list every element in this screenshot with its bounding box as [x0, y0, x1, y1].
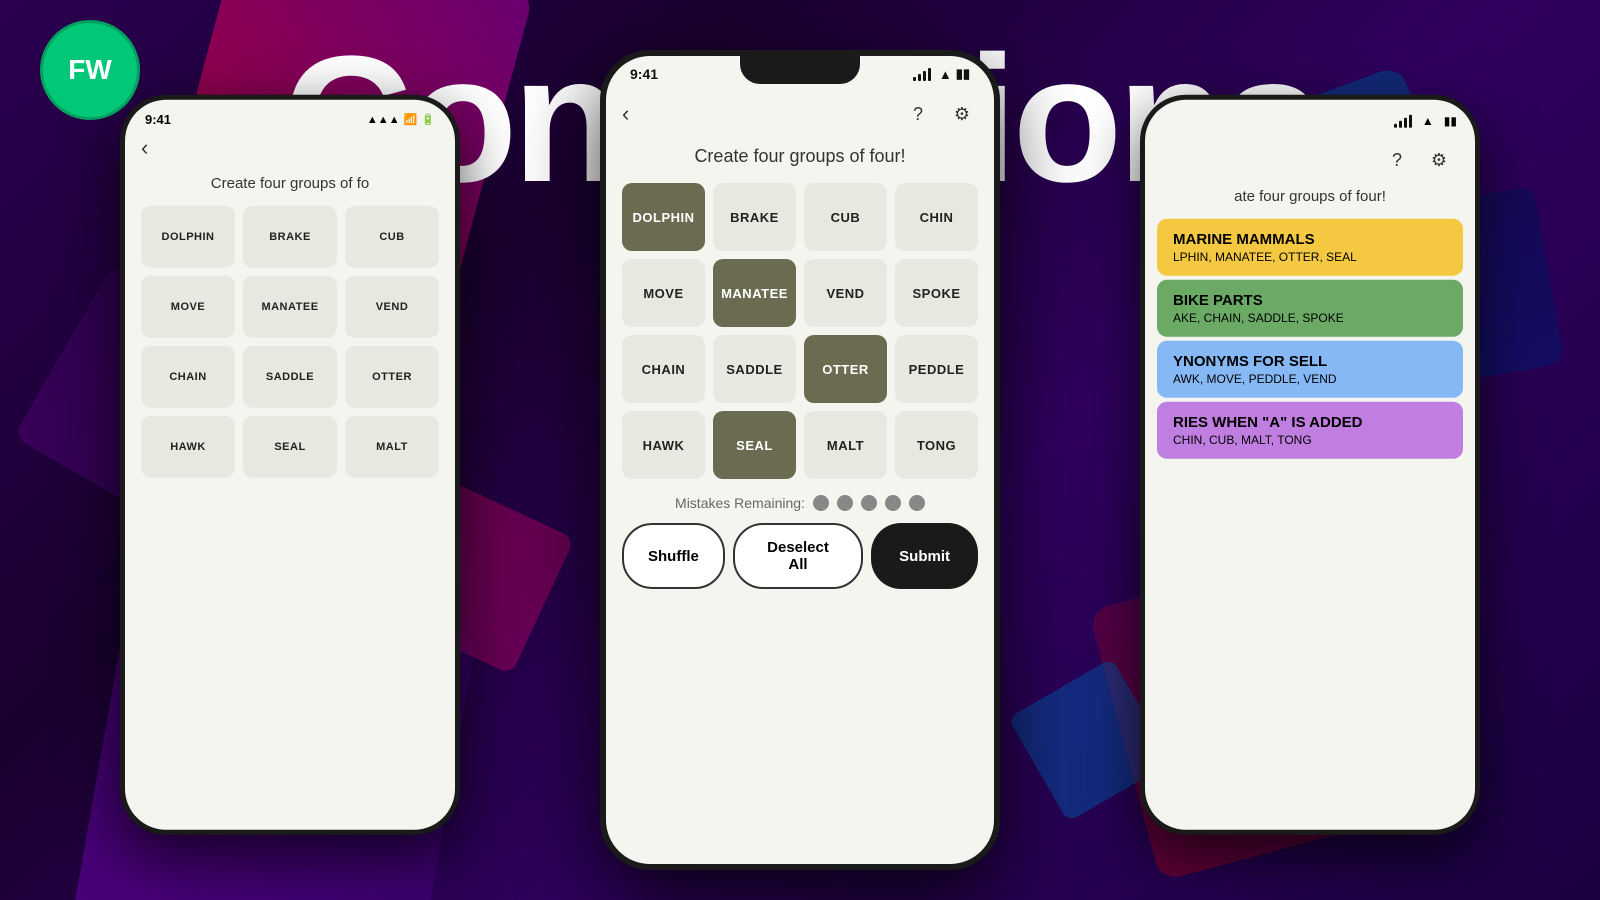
table-row[interactable]: CHAIN — [622, 335, 705, 403]
table-row[interactable]: VEND — [804, 259, 887, 327]
fw-logo[interactable]: FW — [40, 20, 140, 120]
right-help-button[interactable]: ? — [1381, 144, 1413, 176]
left-back-button[interactable]: ‹ — [141, 135, 148, 161]
time-display: 9:41 — [630, 66, 658, 82]
wifi-icon: ▲ — [939, 67, 952, 82]
list-item[interactable]: SADDLE — [243, 346, 337, 408]
list-item[interactable]: BRAKE — [243, 206, 337, 268]
table-row[interactable]: TONG — [895, 411, 978, 479]
left-nav: ‹ — [125, 127, 455, 169]
table-row[interactable]: CUB — [804, 183, 887, 251]
list-item[interactable]: CHAIN — [141, 346, 235, 408]
mistake-dot-2 — [837, 495, 853, 511]
list-item[interactable]: MOVE — [141, 276, 235, 338]
left-status-icons: ▲▲▲ 📶 🔋 — [367, 112, 435, 127]
table-row[interactable]: PEDDLE — [895, 335, 978, 403]
table-row[interactable]: BRAKE — [713, 183, 796, 251]
right-status-bar: ▲ ▮▮ — [1145, 100, 1475, 128]
result-words-2: AKE, CHAIN, SADDLE, SPOKE — [1173, 311, 1447, 325]
phones-container: 9:41 ▲▲▲ 📶 🔋 ‹ Create four groups of fo … — [0, 0, 1600, 900]
list-item[interactable]: HAWK — [141, 416, 235, 478]
mistake-dot-1 — [813, 495, 829, 511]
list-item[interactable]: SEAL — [243, 416, 337, 478]
result-title-3: YNONYMS FOR SELL — [1173, 353, 1447, 370]
result-words-4: CHIN, CUB, MALT, TONG — [1173, 433, 1447, 447]
table-row[interactable]: SPOKE — [895, 259, 978, 327]
list-item[interactable]: VEND — [345, 276, 439, 338]
help-button[interactable]: ? — [902, 98, 934, 130]
right-battery-icon: ▮▮ — [1444, 114, 1457, 128]
result-words-1: LPHIN, MANATEE, OTTER, SEAL — [1173, 250, 1447, 264]
right-nav: ? ⚙ — [1145, 128, 1475, 184]
settings-button[interactable]: ⚙ — [946, 98, 978, 130]
result-title-1: MARINE MAMMALS — [1173, 231, 1447, 248]
result-tile-entries: RIES WHEN "A" IS ADDED CHIN, CUB, MALT, … — [1157, 402, 1463, 459]
mistakes-label: Mistakes Remaining: — [675, 495, 805, 511]
left-status-bar: 9:41 ▲▲▲ 📶 🔋 — [125, 100, 455, 127]
game-instruction: Create four groups of four! — [622, 146, 978, 167]
mistake-dot-3 — [861, 495, 877, 511]
phone-notch — [740, 56, 860, 84]
phone-main-content: ‹ ? ⚙ Create four groups of four! DOLPHI… — [606, 90, 994, 589]
signal-icon — [913, 67, 931, 81]
nav-icons: ? ⚙ — [902, 98, 978, 130]
shuffle-button[interactable]: Shuffle — [622, 523, 725, 589]
list-item[interactable]: CUB — [345, 206, 439, 268]
table-row[interactable]: OTTER — [804, 335, 887, 403]
list-item[interactable]: MALT — [345, 416, 439, 478]
word-grid: DOLPHIN BRAKE CUB CHIN MOVE MANATEE VEND… — [622, 183, 978, 479]
right-wifi-icon: ▲ — [1422, 114, 1434, 128]
result-tile-marine-mammals: MARINE MAMMALS LPHIN, MANATEE, OTTER, SE… — [1157, 219, 1463, 276]
mistake-dot-5 — [909, 495, 925, 511]
result-words-3: AWK, MOVE, PEDDLE, VEND — [1173, 372, 1447, 386]
back-button[interactable]: ‹ — [622, 101, 629, 127]
list-item[interactable]: MANATEE — [243, 276, 337, 338]
right-game-title: ate four groups of four! — [1145, 184, 1475, 215]
table-row[interactable]: MANATEE — [713, 259, 796, 327]
phone-nav: ‹ ? ⚙ — [622, 90, 978, 138]
status-icons: ▲ ▮▮ — [913, 66, 970, 82]
left-game-title: Create four groups of fo — [125, 169, 455, 198]
fw-logo-text: FW — [68, 54, 112, 86]
deselect-all-button[interactable]: Deselect All — [733, 523, 863, 589]
table-row[interactable]: MALT — [804, 411, 887, 479]
table-row[interactable]: CHIN — [895, 183, 978, 251]
list-item[interactable]: DOLPHIN — [141, 206, 235, 268]
battery-icon: ▮▮ — [956, 66, 970, 82]
left-time: 9:41 — [145, 112, 171, 127]
phone-center: 9:41 ▲ ▮▮ ‹ ? — [600, 50, 1000, 870]
table-row[interactable]: MOVE — [622, 259, 705, 327]
phone-left: 9:41 ▲▲▲ 📶 🔋 ‹ Create four groups of fo … — [120, 95, 460, 835]
result-tile-synonyms: YNONYMS FOR SELL AWK, MOVE, PEDDLE, VEND — [1157, 341, 1463, 398]
mistakes-row: Mistakes Remaining: — [622, 495, 978, 511]
table-row[interactable]: HAWK — [622, 411, 705, 479]
right-signal-icon — [1394, 114, 1412, 128]
right-settings-button[interactable]: ⚙ — [1423, 144, 1455, 176]
result-tile-bike-parts: BIKE PARTS AKE, CHAIN, SADDLE, SPOKE — [1157, 280, 1463, 337]
table-row[interactable]: SEAL — [713, 411, 796, 479]
table-row[interactable]: DOLPHIN — [622, 183, 705, 251]
result-title-2: BIKE PARTS — [1173, 292, 1447, 309]
left-word-grid: DOLPHIN BRAKE CUB MOVE MANATEE VEND CHAI… — [125, 198, 455, 486]
list-item[interactable]: OTTER — [345, 346, 439, 408]
right-nav-icons: ? ⚙ — [1381, 144, 1455, 176]
phone-right: ▲ ▮▮ ? ⚙ ate four groups of four! MARINE… — [1140, 95, 1480, 835]
table-row[interactable]: SADDLE — [713, 335, 796, 403]
result-title-4: RIES WHEN "A" IS ADDED — [1173, 414, 1447, 431]
action-buttons: Shuffle Deselect All Submit — [622, 523, 978, 589]
mistake-dot-4 — [885, 495, 901, 511]
submit-button[interactable]: Submit — [871, 523, 978, 589]
